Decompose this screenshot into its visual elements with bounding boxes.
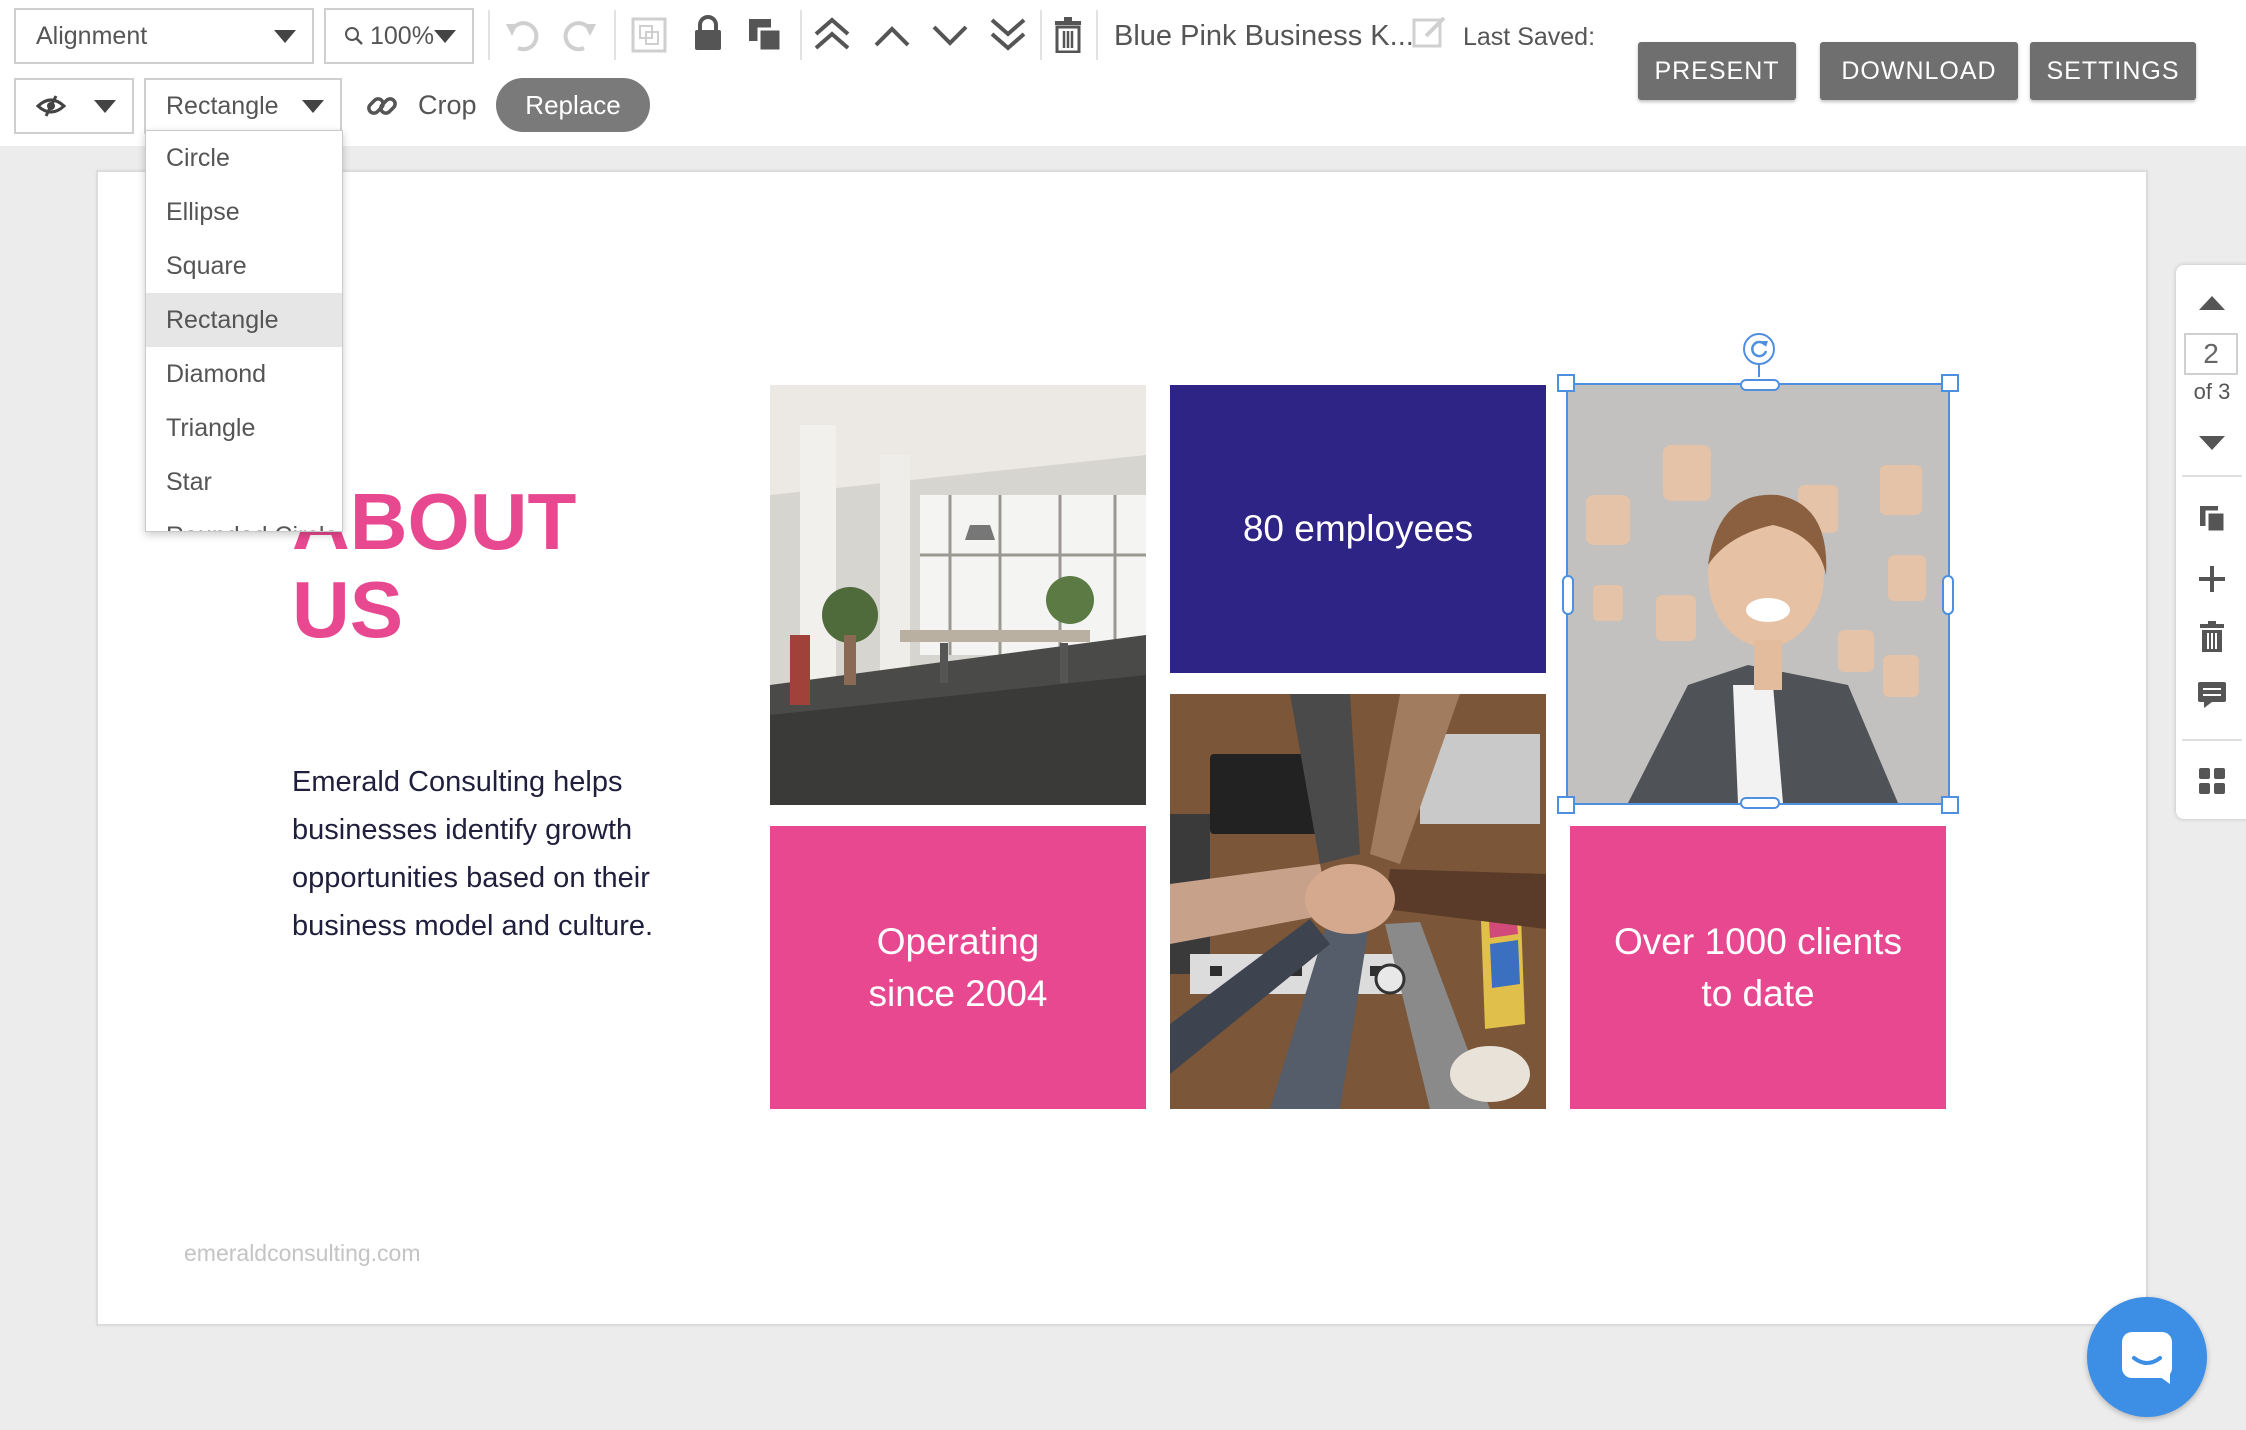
bring-to-front-icon[interactable] [810,12,854,56]
link-icon[interactable] [362,86,402,126]
shape-option-rounded-circle[interactable]: Rounded Circle [146,509,342,532]
teamwork-photo[interactable] [1170,694,1546,1109]
settings-button[interactable]: SETTINGS [2030,42,2196,100]
divider [614,10,616,60]
chevron-down-icon [302,100,324,113]
shape-option-triangle[interactable]: Triangle [146,401,342,455]
redo-icon[interactable] [558,14,600,56]
chevron-down-icon [434,30,456,43]
send-to-back-icon[interactable] [986,12,1030,56]
divider [800,10,802,60]
divider [488,10,490,60]
duplicate-slide-icon[interactable] [2194,501,2230,537]
hide-eye-icon [36,94,66,118]
chat-icon [2118,1328,2176,1386]
trash-icon[interactable] [1050,14,1086,56]
add-slide-icon[interactable] [2194,561,2230,597]
clients-line1: Over 1000 clients [1614,920,1902,962]
comment-icon[interactable] [2194,677,2230,713]
delete-slide-icon[interactable] [2194,619,2230,655]
divider [2182,475,2242,477]
send-backward-icon[interactable] [928,14,972,58]
present-button[interactable]: PRESENT [1638,42,1796,100]
search-icon [344,26,364,46]
divider [1096,10,1098,60]
duplicate-icon[interactable] [744,14,786,56]
right-side-panel: 2 of 3 [2176,265,2246,819]
chevron-down-icon [274,30,296,43]
alignment-dropdown[interactable]: Alignment [14,8,314,64]
employees-tile[interactable]: 80 employees [1170,385,1546,673]
next-slide-icon[interactable] [2194,425,2230,461]
shape-dropdown[interactable]: Rectangle [144,78,342,134]
operating-line2: since 2004 [868,972,1048,1014]
divider [2182,739,2242,741]
grid-view-icon[interactable] [2194,763,2230,799]
download-button[interactable]: DOWNLOAD [1820,42,2018,100]
replace-button[interactable]: Replace [496,78,650,132]
chevron-down-icon [94,100,116,113]
last-saved-label: Last Saved: [1463,23,1596,51]
shape-option-square[interactable]: Square [146,239,342,293]
zoom-value: 100% [370,21,434,50]
shape-dropdown-menu: Circle Ellipse Square Rectangle Diamond Trian… [145,130,343,532]
shape-option-ellipse[interactable]: Ellipse [146,185,342,239]
previous-slide-icon[interactable] [2194,285,2230,321]
clients-line2: to date [1701,972,1815,1014]
zoom-dropdown[interactable]: 100% [324,8,474,64]
shape-value: Rectangle [166,91,279,120]
woman-faces-photo[interactable] [1568,385,1949,803]
operating-line1: Operating [876,920,1040,962]
clients-tile[interactable]: Over 1000 clients to date [1570,826,1946,1109]
shape-option-diamond[interactable]: Diamond [146,347,342,401]
group-icon[interactable] [628,14,670,56]
slide-title[interactable]: ABOUT US [292,478,692,654]
document-title[interactable]: Blue Pink Business K... [1114,20,1414,53]
slide-body-text[interactable]: Emerald Consulting helps businesses iden… [292,758,662,950]
shape-option-rectangle[interactable]: Rectangle [146,293,342,347]
operating-since-tile[interactable]: Operating since 2004 [770,826,1146,1109]
visibility-dropdown[interactable] [14,78,134,134]
alignment-label: Alignment [36,21,148,50]
crop-button[interactable]: Crop [418,90,477,121]
toolbar: Alignment 100% Blue Pink Business K... L… [0,0,2246,146]
bring-forward-icon[interactable] [870,14,914,58]
page-count-label: of 3 [2193,379,2231,404]
page-number-input[interactable]: 2 [2184,333,2238,375]
shape-option-star[interactable]: Star [146,455,342,509]
employees-text: 80 employees [1242,508,1474,549]
office-photo[interactable] [770,385,1146,805]
chat-support-button[interactable] [2087,1297,2207,1417]
lock-icon[interactable] [688,12,728,54]
slide-footer-url[interactable]: emeraldconsulting.com [184,1240,421,1267]
shape-option-circle[interactable]: Circle [146,131,342,185]
undo-icon[interactable] [502,14,544,56]
divider [1040,10,1042,60]
edit-title-icon[interactable] [1410,12,1450,52]
